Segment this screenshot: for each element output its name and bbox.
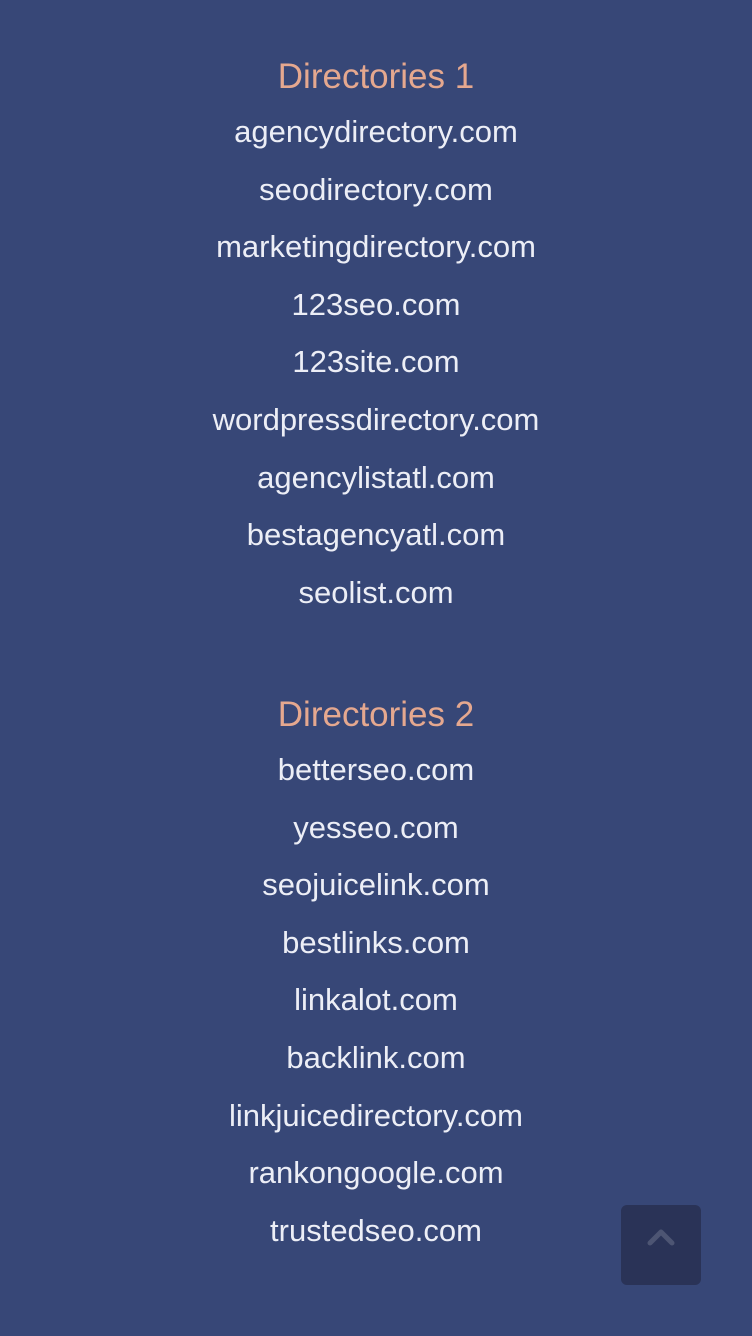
section-heading: Directories 2 xyxy=(277,695,475,734)
list-item: linkalot.com xyxy=(0,971,752,1029)
directory-link[interactable]: trustedseo.com xyxy=(270,1213,482,1248)
list-item: bestlinks.com xyxy=(0,914,752,972)
directories-2-section: Directories 2 betterseo.com yesseo.com s… xyxy=(0,693,752,1259)
list-item: seojuicelink.com xyxy=(0,856,752,914)
list-item: bestagencyatl.com xyxy=(0,506,752,564)
directory-link[interactable]: 123site.com xyxy=(292,344,459,379)
back-to-top-button[interactable] xyxy=(621,1205,701,1285)
list-item: wordpressdirectory.com xyxy=(0,391,752,449)
list-item: 123seo.com xyxy=(0,276,752,334)
chevron-up-icon xyxy=(647,1229,675,1246)
directory-link[interactable]: 123seo.com xyxy=(292,287,461,322)
list-item: seolist.com xyxy=(0,564,752,622)
directory-link-list: agencydirectory.com seodirectory.com mar… xyxy=(0,103,752,621)
list-item: linkjuicedirectory.com xyxy=(0,1087,752,1145)
directory-link[interactable]: yesseo.com xyxy=(293,810,458,845)
directory-link[interactable]: seolist.com xyxy=(298,575,453,610)
list-item: seodirectory.com xyxy=(0,161,752,219)
directory-link[interactable]: rankongoogle.com xyxy=(248,1155,503,1190)
list-item: rankongoogle.com xyxy=(0,1144,752,1202)
directories-1-section: Directories 1 agencydirectory.com seodir… xyxy=(0,55,752,621)
list-item: agencydirectory.com xyxy=(0,103,752,161)
list-item: backlink.com xyxy=(0,1029,752,1087)
directory-link[interactable]: seojuicelink.com xyxy=(262,867,489,902)
directory-link[interactable]: agencydirectory.com xyxy=(234,114,518,149)
directory-link[interactable]: seodirectory.com xyxy=(259,172,493,207)
directory-link[interactable]: backlink.com xyxy=(286,1040,465,1075)
section-heading: Directories 1 xyxy=(277,57,475,96)
list-item: yesseo.com xyxy=(0,799,752,857)
directory-link[interactable]: marketingdirectory.com xyxy=(216,229,536,264)
directory-link[interactable]: bestagencyatl.com xyxy=(247,517,505,552)
list-item: marketingdirectory.com xyxy=(0,218,752,276)
directory-link[interactable]: wordpressdirectory.com xyxy=(213,402,540,437)
directory-link[interactable]: linkjuicedirectory.com xyxy=(229,1098,523,1133)
directory-link[interactable]: agencylistatl.com xyxy=(257,460,495,495)
list-item: 123site.com xyxy=(0,333,752,391)
list-item: agencylistatl.com xyxy=(0,449,752,507)
list-item: betterseo.com xyxy=(0,741,752,799)
directory-link[interactable]: betterseo.com xyxy=(278,752,474,787)
directory-link[interactable]: bestlinks.com xyxy=(282,925,470,960)
directory-link[interactable]: linkalot.com xyxy=(294,982,458,1017)
directory-link-list: betterseo.com yesseo.com seojuicelink.co… xyxy=(0,741,752,1259)
